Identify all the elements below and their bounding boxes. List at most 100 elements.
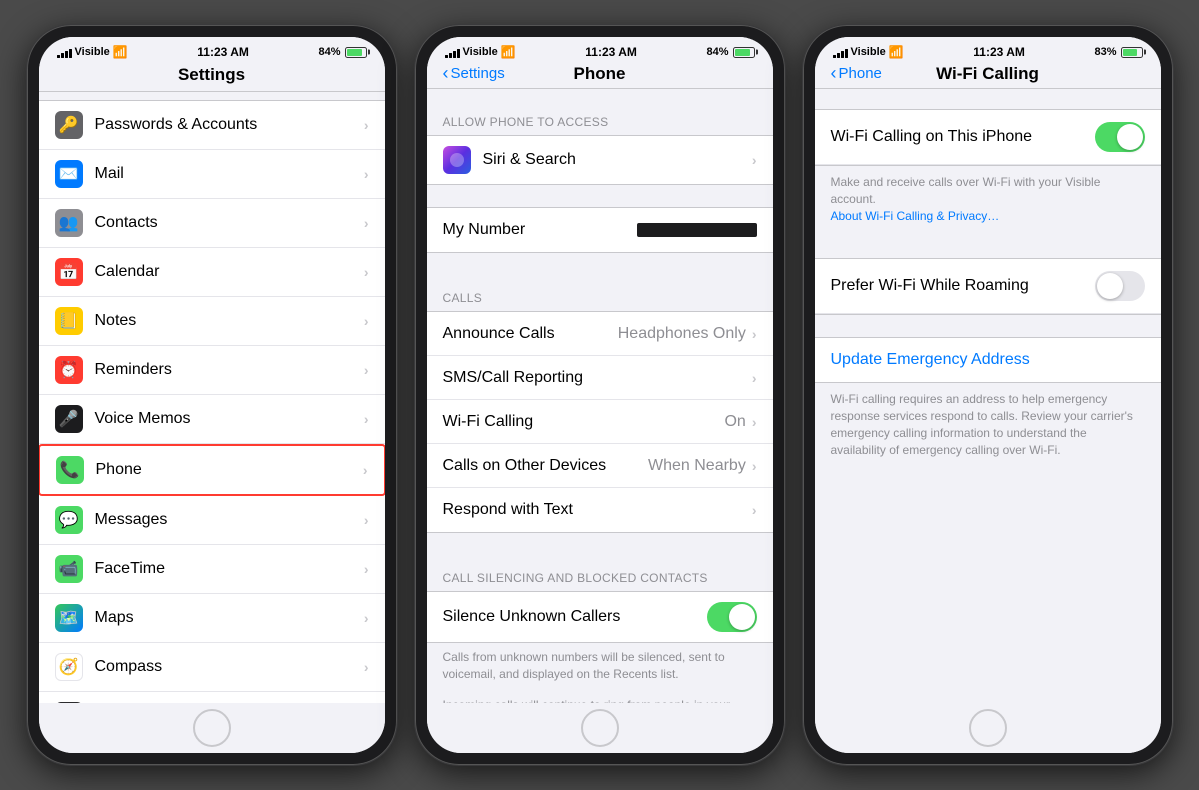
wifi-calling-toggle[interactable] xyxy=(1095,122,1145,152)
wifi-calling-item[interactable]: Wi-Fi Calling On › xyxy=(427,400,773,444)
update-address-row[interactable]: Update Emergency Address xyxy=(815,338,1161,382)
calendar-label: Calendar xyxy=(95,263,364,281)
status-right-3: 83% xyxy=(1094,46,1142,58)
silence-desc-1: Calls from unknown numbers will be silen… xyxy=(427,643,773,697)
announce-calls-item[interactable]: Announce Calls Headphones Only › xyxy=(427,312,773,356)
back-label-2: Settings xyxy=(451,65,505,82)
settings-item-reminders[interactable]: ⏰ Reminders › xyxy=(39,346,385,395)
respond-text-label: Respond with Text xyxy=(443,501,752,519)
wifi-link[interactable]: About Wi-Fi Calling & Privacy… xyxy=(831,209,1000,223)
mail-icon: ✉️ xyxy=(55,160,83,188)
compass-icon: 🧭 xyxy=(55,653,83,681)
mail-label: Mail xyxy=(95,165,364,183)
battery-fill-3 xyxy=(1123,49,1138,56)
settings-item-maps[interactable]: 🗺️ Maps › xyxy=(39,594,385,643)
allow-access-group: Siri & Search › xyxy=(427,135,773,185)
prefer-wifi-toggle[interactable] xyxy=(1095,271,1145,301)
carrier-label: Visible xyxy=(75,46,110,58)
calls-other-value: When Nearby xyxy=(648,457,746,475)
home-button-1[interactable] xyxy=(193,709,231,747)
messages-icon: 💬 xyxy=(55,506,83,534)
chevron-icon: › xyxy=(364,512,369,528)
battery-icon xyxy=(345,47,367,58)
settings-item-phone[interactable]: 📞 Phone › xyxy=(39,444,385,496)
phone-1: Visible 📶 11:23 AM 84% Settings 🔑 Passwo… xyxy=(27,25,397,765)
calls-other-label: Calls on Other Devices xyxy=(443,457,649,475)
toggle-knob xyxy=(729,604,755,630)
home-button-2[interactable] xyxy=(581,709,619,747)
settings-item-contacts[interactable]: 👥 Contacts › xyxy=(39,199,385,248)
my-number-label: My Number xyxy=(443,221,637,239)
settings-item-mail[interactable]: ✉️ Mail › xyxy=(39,150,385,199)
battery-label-2: 84% xyxy=(706,46,728,58)
voicememos-icon: 🎤 xyxy=(55,405,83,433)
settings-item-measure[interactable]: 📏 Measure › xyxy=(39,692,385,703)
battery-fill-2 xyxy=(735,49,750,56)
settings-item-calendar[interactable]: 📅 Calendar › xyxy=(39,248,385,297)
chevron-icon: › xyxy=(364,215,369,231)
prefer-wifi-label: Prefer Wi-Fi While Roaming xyxy=(831,277,1095,295)
nav-bar-3: ‹ Phone Wi-Fi Calling xyxy=(815,63,1161,89)
wifi-icon: 📶 xyxy=(113,45,128,59)
silence-unknown-item[interactable]: Silence Unknown Callers xyxy=(427,592,773,642)
maps-icon: 🗺️ xyxy=(55,604,83,632)
signal-icon-2 xyxy=(445,47,460,58)
notes-label: Notes xyxy=(95,312,364,330)
battery-icon-3 xyxy=(1121,47,1143,58)
reminders-icon: ⏰ xyxy=(55,356,83,384)
phone-label: Phone xyxy=(96,461,363,479)
sms-call-reporting-item[interactable]: SMS/Call Reporting › xyxy=(427,356,773,400)
prefer-wifi-row[interactable]: Prefer Wi-Fi While Roaming xyxy=(815,259,1161,314)
chevron-icon: › xyxy=(364,362,369,378)
home-button-3[interactable] xyxy=(969,709,1007,747)
back-button-3[interactable]: ‹ Phone xyxy=(831,65,882,82)
wifi-calling-row[interactable]: Wi-Fi Calling on This iPhone xyxy=(815,110,1161,165)
settings-item-messages[interactable]: 💬 Messages › xyxy=(39,496,385,545)
carrier-label-3: Visible xyxy=(851,46,886,58)
wifi-icon-3: 📶 xyxy=(889,45,904,59)
back-button-2[interactable]: ‹ Settings xyxy=(443,65,505,82)
phone-2: Visible 📶 11:23 AM 84% ‹ Settings Phone … xyxy=(415,25,785,765)
wifi-calling-label: Wi-Fi Calling xyxy=(443,413,725,431)
emergency-desc: Wi-Fi calling requires an address to hel… xyxy=(815,383,1161,470)
reminders-label: Reminders xyxy=(95,361,364,379)
siri-search-item[interactable]: Siri & Search › xyxy=(427,136,773,184)
battery-label: 84% xyxy=(318,46,340,58)
settings-list[interactable]: 🔑 Passwords & Accounts › ✉️ Mail › 👥 Con… xyxy=(39,92,385,703)
calls-other-devices-item[interactable]: Calls on Other Devices When Nearby › xyxy=(427,444,773,488)
phone-settings-content[interactable]: ALLOW PHONE TO ACCESS Siri & Search › My… xyxy=(427,89,773,703)
settings-item-notes[interactable]: 📒 Notes › xyxy=(39,297,385,346)
carrier-label-2: Visible xyxy=(463,46,498,58)
sms-call-label: SMS/Call Reporting xyxy=(443,369,752,387)
home-button-area-1 xyxy=(39,703,385,753)
wifi-calling-content[interactable]: Wi-Fi Calling on This iPhone Make and re… xyxy=(815,89,1161,703)
passwords-label: Passwords & Accounts xyxy=(95,116,364,134)
facetime-label: FaceTime xyxy=(95,560,364,578)
facetime-icon: 📹 xyxy=(55,555,83,583)
signal-icon xyxy=(57,47,72,58)
update-address-group: Update Emergency Address xyxy=(815,337,1161,383)
silence-toggle[interactable] xyxy=(707,602,757,632)
voicememos-label: Voice Memos xyxy=(95,410,364,428)
wifi-calling-row-label: Wi-Fi Calling on This iPhone xyxy=(831,128,1095,146)
status-bar-2: Visible 📶 11:23 AM 84% xyxy=(427,37,773,63)
respond-text-item[interactable]: Respond with Text › xyxy=(427,488,773,532)
compass-label: Compass xyxy=(95,658,364,676)
chevron-icon: › xyxy=(364,561,369,577)
chevron-icon: › xyxy=(364,264,369,280)
update-address-label: Update Emergency Address xyxy=(831,351,1030,369)
chevron-icon: › xyxy=(363,462,368,478)
settings-item-passwords[interactable]: 🔑 Passwords & Accounts › xyxy=(39,101,385,150)
my-number-group: My Number xyxy=(427,207,773,253)
settings-item-compass[interactable]: 🧭 Compass › xyxy=(39,643,385,692)
chevron-icon: › xyxy=(752,326,757,342)
settings-item-voicememos[interactable]: 🎤 Voice Memos › xyxy=(39,395,385,444)
settings-group-1: 🔑 Passwords & Accounts › ✉️ Mail › 👥 Con… xyxy=(39,100,385,703)
my-number-row[interactable]: My Number xyxy=(427,208,773,252)
settings-item-facetime[interactable]: 📹 FaceTime › xyxy=(39,545,385,594)
page-title-3: Wi-Fi Calling xyxy=(936,64,1039,84)
page-title-2: Phone xyxy=(574,64,626,84)
home-button-area-2 xyxy=(427,703,773,753)
prefer-toggle-knob xyxy=(1097,273,1123,299)
chevron-icon: › xyxy=(364,313,369,329)
